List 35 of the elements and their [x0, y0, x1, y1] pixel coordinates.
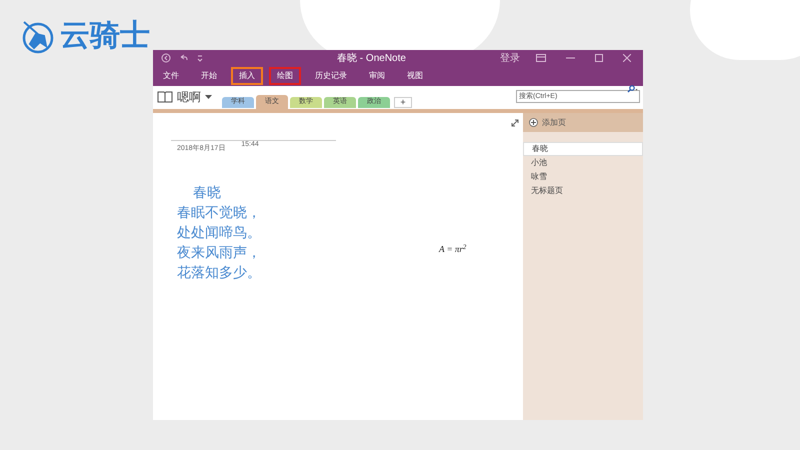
- poem-line: 处处闻啼鸟。: [177, 224, 262, 238]
- back-icon[interactable]: [161, 53, 171, 63]
- undo-icon[interactable]: [179, 53, 189, 63]
- ribbon-tab[interactable]: 绘图: [269, 67, 301, 85]
- add-section-tab[interactable]: +: [394, 97, 412, 108]
- page-list-item[interactable]: 小池: [523, 156, 643, 170]
- ribbon-tab[interactable]: 审阅: [361, 67, 393, 85]
- ribbon-tab[interactable]: 文件: [155, 67, 187, 85]
- notebook-name[interactable]: 嗯啊: [177, 88, 201, 106]
- search-icon[interactable]: [626, 85, 638, 93]
- page-list-item[interactable]: 咏雪: [523, 170, 643, 184]
- add-page-button[interactable]: 添加页: [523, 113, 643, 132]
- close-icon[interactable]: [623, 54, 631, 62]
- logo-text: 云骑士: [60, 21, 150, 51]
- notebook-icon: [157, 91, 173, 103]
- maximize-icon[interactable]: [595, 54, 603, 62]
- dropdown-icon[interactable]: [197, 54, 203, 62]
- poem-title: 春晓: [192, 184, 222, 198]
- plus-circle-icon: [529, 118, 538, 127]
- caret-icon[interactable]: [205, 94, 212, 100]
- sign-in-link[interactable]: 登录: [500, 50, 520, 66]
- ribbon-tab[interactable]: 插入: [231, 67, 263, 85]
- ribbon-tab[interactable]: 历史记录: [307, 67, 355, 85]
- minimize-icon[interactable]: [566, 57, 575, 59]
- page-list-item[interactable]: 春晓: [523, 142, 643, 156]
- page-list-item[interactable]: 无标题页: [523, 184, 643, 198]
- poem-line: 春眠不觉晓，: [177, 204, 262, 218]
- ribbon-tab[interactable]: 视图: [399, 67, 431, 85]
- poem-line: 花落知多少。: [177, 264, 262, 278]
- area-formula: A = πr$^{2}$: [439, 243, 466, 256]
- expand-icon[interactable]: [511, 119, 519, 127]
- poem-line: 夜来风雨声，: [177, 244, 262, 258]
- window-title: 春晓 - OneNote: [336, 52, 407, 66]
- ribbon-display-icon[interactable]: [536, 54, 546, 62]
- ribbon-tab[interactable]: 开始: [193, 67, 225, 85]
